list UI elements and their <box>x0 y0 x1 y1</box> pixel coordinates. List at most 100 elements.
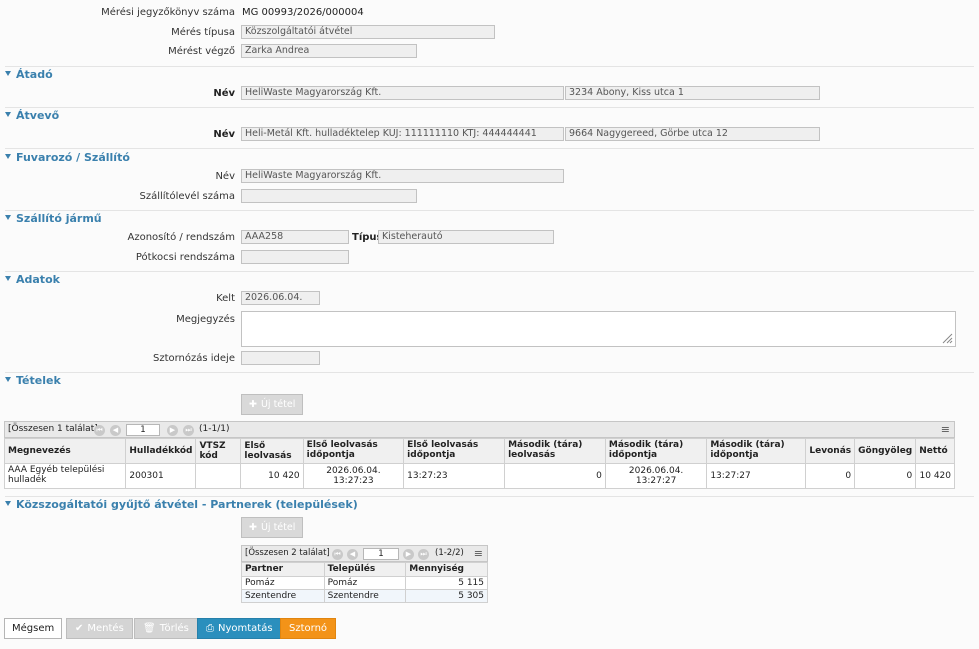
cell: 2026.06.04. 13:27:27 <box>604 463 708 489</box>
prev-page-icon[interactable]: ◀ <box>110 425 121 436</box>
section-partnerek[interactable]: Közszogáltatói gyűjtő átvétel - Partnere… <box>5 498 358 511</box>
atvevo-address-field: 9664 Nagygereed, Görbe utca 12 <box>565 127 820 141</box>
col-telepules[interactable]: Település <box>323 562 407 577</box>
col-vtsz[interactable]: VTSZ kód <box>195 438 242 464</box>
plate-field: AAA258 <box>241 230 349 244</box>
plus-icon: ✚ <box>249 399 257 410</box>
delete-button[interactable]: 🗑 Törlés <box>134 618 198 639</box>
atado-address-field: 3234 Abony, Kiss utca 1 <box>565 86 820 100</box>
last-page-icon[interactable]: ⏭ <box>183 425 194 436</box>
atvevo-name-field: Heli-Metál Kft. hulladéktelep KÜJ: 11111… <box>241 127 564 141</box>
trailer-field <box>241 250 349 264</box>
col-megnevezes[interactable]: Megnevezés <box>3 438 127 464</box>
trash-icon: 🗑 <box>143 623 156 634</box>
new-item-button[interactable]: ✚ Új tétel <box>241 394 304 415</box>
col-hulladekkod[interactable]: Hulladékkód <box>125 438 197 464</box>
menu-icon[interactable]: ≡ <box>941 423 950 436</box>
date-field: 2026.06.04. <box>241 291 320 305</box>
section-fuvarozo[interactable]: Fuvarozó / Szállító <box>5 151 130 164</box>
plate-label: Azonosító / rendszám <box>127 232 235 243</box>
cell: 2026.06.04. 13:27:23 <box>302 463 405 489</box>
col-masodik-leolvasas[interactable]: Második (tára) leolvasás <box>504 438 606 464</box>
storno-button[interactable]: Sztornó <box>280 618 336 639</box>
cell: 0 <box>504 463 606 489</box>
type-field: Közszolgáltatói átvétel <box>241 25 495 39</box>
partner-table: Partner Település Mennyiség Pomáz Pomáz … <box>241 562 488 603</box>
col-elso-idopont-2[interactable]: Első leolvasás időpontja <box>403 438 506 464</box>
menu-icon[interactable]: ≡ <box>474 547 483 560</box>
cell: Szentendre <box>241 589 325 603</box>
cell: 0 <box>805 463 856 489</box>
items-grid-toolbar: [Összesen 1 találat] ⏮ ◀ 1 ▶ ⏭ (1-1/1) ≡ <box>4 421 955 438</box>
col-mennyiseg[interactable]: Mennyiség <box>405 562 488 577</box>
partner-summary: [Összesen 2 találat] <box>245 548 330 558</box>
resize-handle-icon[interactable] <box>941 332 953 344</box>
next-page-icon[interactable]: ▶ <box>167 425 178 436</box>
col-levonas[interactable]: Levonás <box>805 438 856 464</box>
waybill-field <box>241 189 417 203</box>
items-table: Megnevezés Hulladékkód VTSZ kód Első leo… <box>3 438 955 489</box>
note-textarea[interactable] <box>241 311 956 347</box>
type-label: Mérés típusa <box>171 27 235 38</box>
fuvarozo-name-field: HeliWaste Magyarország Kft. <box>241 169 564 183</box>
page-input[interactable]: 1 <box>126 424 160 436</box>
first-page-icon[interactable]: ⏮ <box>94 425 105 436</box>
col-gongyoleg[interactable]: Göngyöleg <box>854 438 917 464</box>
cell: Pomáz <box>323 576 407 590</box>
cell: 200301 <box>125 463 197 489</box>
save-button[interactable]: ✔ Mentés <box>66 618 133 639</box>
cell: 10 420 <box>240 463 304 489</box>
cell: Pomáz <box>241 576 325 590</box>
print-button[interactable]: ⎙ Nyomtatás <box>197 618 282 639</box>
storno-date-label: Sztornózás ideje <box>152 353 235 364</box>
items-page-info: (1-1/1) <box>199 424 230 434</box>
cell: 5 305 <box>405 589 488 603</box>
last-page-icon[interactable]: ⏭ <box>418 549 429 560</box>
cell: 5 115 <box>405 576 488 590</box>
partner-grid-toolbar: [Összesen 2 találat] ⏮ ◀ 1 ▶ ⏭ (1-2/2) ≡ <box>241 545 488 562</box>
section-adatok[interactable]: Adatok <box>5 273 60 286</box>
prev-page-icon[interactable]: ◀ <box>347 549 358 560</box>
section-tetelek[interactable]: Tételek <box>5 374 61 387</box>
atvevo-name-label: Név <box>213 129 235 140</box>
note-label: Megjegyzés <box>176 314 235 325</box>
section-atvevo[interactable]: Átvevő <box>5 109 59 122</box>
next-page-icon[interactable]: ▶ <box>403 549 414 560</box>
col-netto[interactable]: Nettó <box>915 438 955 464</box>
first-page-icon[interactable]: ⏮ <box>332 549 343 560</box>
performer-field: Zarka Andrea <box>241 44 417 58</box>
page-input[interactable]: 1 <box>363 548 399 560</box>
table-row[interactable]: AAA Egyéb települési hulladék 200301 10 … <box>3 463 955 489</box>
cancel-button[interactable]: Mégsem <box>4 618 63 639</box>
new-partner-button[interactable]: ✚ Új tétel <box>241 517 304 538</box>
cell <box>195 463 242 489</box>
fuvarozo-name-label: Név <box>215 171 235 182</box>
cell: 13:27:27 <box>706 463 807 489</box>
atado-name-field: HeliWaste Magyarország Kft. <box>241 86 564 100</box>
cell: AAA Egyéb települési hulladék <box>3 463 127 489</box>
check-icon: ✔ <box>75 623 84 634</box>
section-atado[interactable]: Átadó <box>5 68 53 81</box>
section-jarmu[interactable]: Szállító jármű <box>5 212 102 225</box>
col-masodik-idopont[interactable]: Második (tára) időpontja <box>604 438 708 464</box>
trailer-label: Pótkocsi rendszáma <box>135 252 235 263</box>
items-summary: [Összesen 1 találat] <box>8 424 98 434</box>
col-masodik-idopont-2[interactable]: Második (tára) időpontja <box>706 438 807 464</box>
cell: Szentendre <box>323 589 407 603</box>
table-row[interactable]: Szentendre Szentendre 5 305 <box>241 589 488 603</box>
doc-no-value: MG 00993/2026/000004 <box>242 7 364 18</box>
date-label: Kelt <box>216 293 235 304</box>
atado-name-label: Név <box>213 88 235 99</box>
cell: 0 <box>854 463 917 489</box>
col-elso-leolvasas[interactable]: Első leolvasás <box>240 438 304 464</box>
col-partner[interactable]: Partner <box>241 562 325 577</box>
partner-page-info: (1-2/2) <box>435 548 464 558</box>
plus-icon: ✚ <box>249 522 257 533</box>
cell: 13:27:23 <box>403 463 506 489</box>
table-row[interactable]: Pomáz Pomáz 5 115 <box>241 576 488 590</box>
doc-no-label: Mérési jegyzőkönyv száma <box>101 7 235 18</box>
waybill-label: Szállítólevél száma <box>139 191 235 202</box>
cell: 10 420 <box>915 463 955 489</box>
col-elso-idopont[interactable]: Első leolvasás időpontja <box>302 438 405 464</box>
printer-icon: ⎙ <box>206 623 214 634</box>
